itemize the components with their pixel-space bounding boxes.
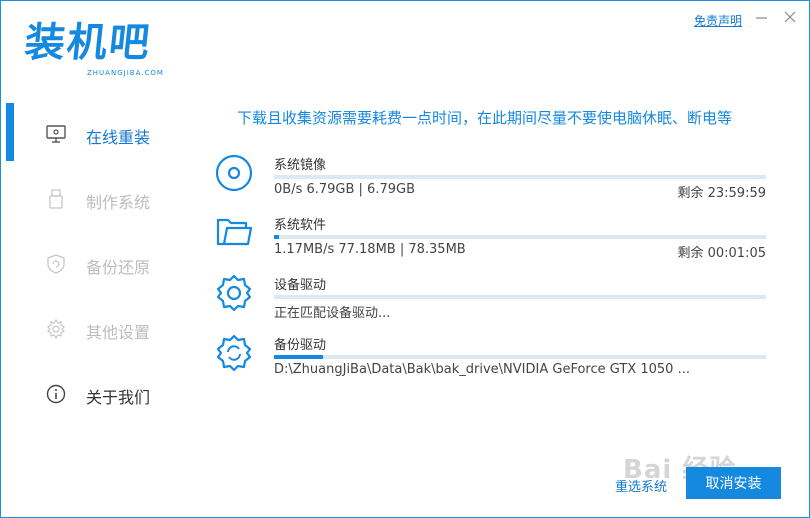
minimize-button[interactable] — [754, 9, 770, 25]
page-headline: 下载且收集资源需要耗费一点时间，在此期间尽量不要使电脑休眠、断电等 — [237, 109, 733, 127]
progress-bar — [274, 355, 766, 359]
sidebar-item-online-reinstall[interactable]: 在线重装 — [1, 101, 191, 161]
task-row-system-software: 系统软件 1.17MB/s 77.18MB | 78.35MB 剩余 00:01… — [213, 212, 773, 272]
sidebar-item-make-system[interactable]: 制作系统 — [1, 166, 191, 226]
task-remaining: 剩余 00:01:05 — [677, 246, 766, 261]
progress-bar — [274, 175, 766, 179]
cancel-install-button[interactable]: 取消安装 — [686, 467, 781, 499]
task-title: 设备驱动 — [274, 278, 327, 293]
task-detail: D:\ZhuangJiBa\Data\Bak\bak_drive\NVIDIA … — [274, 362, 690, 377]
installer-window: 装机吧 ZHUANGJIBA.COM 免责声明 在线重装 制作系统 备份还原 其… — [0, 0, 810, 518]
task-row-backup-driver: 备份驱动 D:\ZhuangJiBa\Data\Bak\bak_drive\NV… — [213, 332, 773, 392]
progress-fill — [274, 355, 324, 359]
sidebar-item-about-us[interactable]: 关于我们 — [1, 361, 191, 421]
gear-icon — [47, 318, 65, 340]
task-title: 系统软件 — [274, 218, 327, 233]
task-detail: 1.17MB/s 77.18MB | 78.35MB — [274, 242, 466, 257]
task-title: 备份驱动 — [274, 338, 327, 353]
backup-shield-icon — [47, 254, 65, 274]
task-remaining: 剩余 23:59:59 — [677, 186, 766, 201]
close-button[interactable] — [782, 9, 798, 25]
sidebar-item-backup-restore[interactable]: 备份还原 — [1, 231, 191, 291]
task-detail: 0B/s 6.79GB | 6.79GB — [274, 182, 415, 197]
folder-icon — [216, 218, 253, 246]
progress-bar — [274, 295, 766, 299]
disc-icon — [215, 154, 253, 192]
app-logo: 装机吧 ZHUANGJIBA.COM — [22, 19, 175, 83]
gear-icon — [216, 274, 252, 312]
progress-fill — [274, 235, 279, 239]
minimize-icon — [756, 17, 767, 19]
sidebar-item-other-settings[interactable]: 其他设置 — [1, 296, 191, 356]
sidebar-item-label: 制作系统 — [86, 193, 151, 212]
disclaimer-link[interactable]: 免责声明 — [694, 12, 742, 29]
sidebar: 在线重装 制作系统 备份还原 其他设置 关于我们 — [1, 101, 191, 421]
sidebar-item-label: 备份还原 — [86, 258, 151, 277]
logo-subtitle: ZHUANGJIBA.COM — [87, 69, 164, 77]
info-icon — [46, 384, 66, 404]
gear-refresh-icon — [216, 334, 252, 372]
close-icon — [784, 11, 796, 23]
usb-drive-icon — [49, 189, 63, 209]
sidebar-item-label: 关于我们 — [86, 388, 151, 407]
task-row-system-image: 系统镜像 0B/s 6.79GB | 6.79GB 剩余 23:59:59 — [213, 152, 773, 212]
task-detail: 正在匹配设备驱动... — [274, 306, 391, 321]
progress-bar — [274, 235, 766, 239]
task-title: 系统镜像 — [274, 158, 327, 173]
task-row-device-driver: 设备驱动 正在匹配设备驱动... — [213, 272, 773, 332]
logo-text: 装机吧 — [22, 20, 154, 66]
sidebar-item-label: 在线重装 — [86, 128, 151, 147]
active-indicator — [6, 103, 14, 161]
monitor-icon — [46, 125, 66, 143]
sidebar-item-label: 其他设置 — [86, 323, 151, 342]
reselect-system-button[interactable]: 重选系统 — [615, 476, 667, 495]
